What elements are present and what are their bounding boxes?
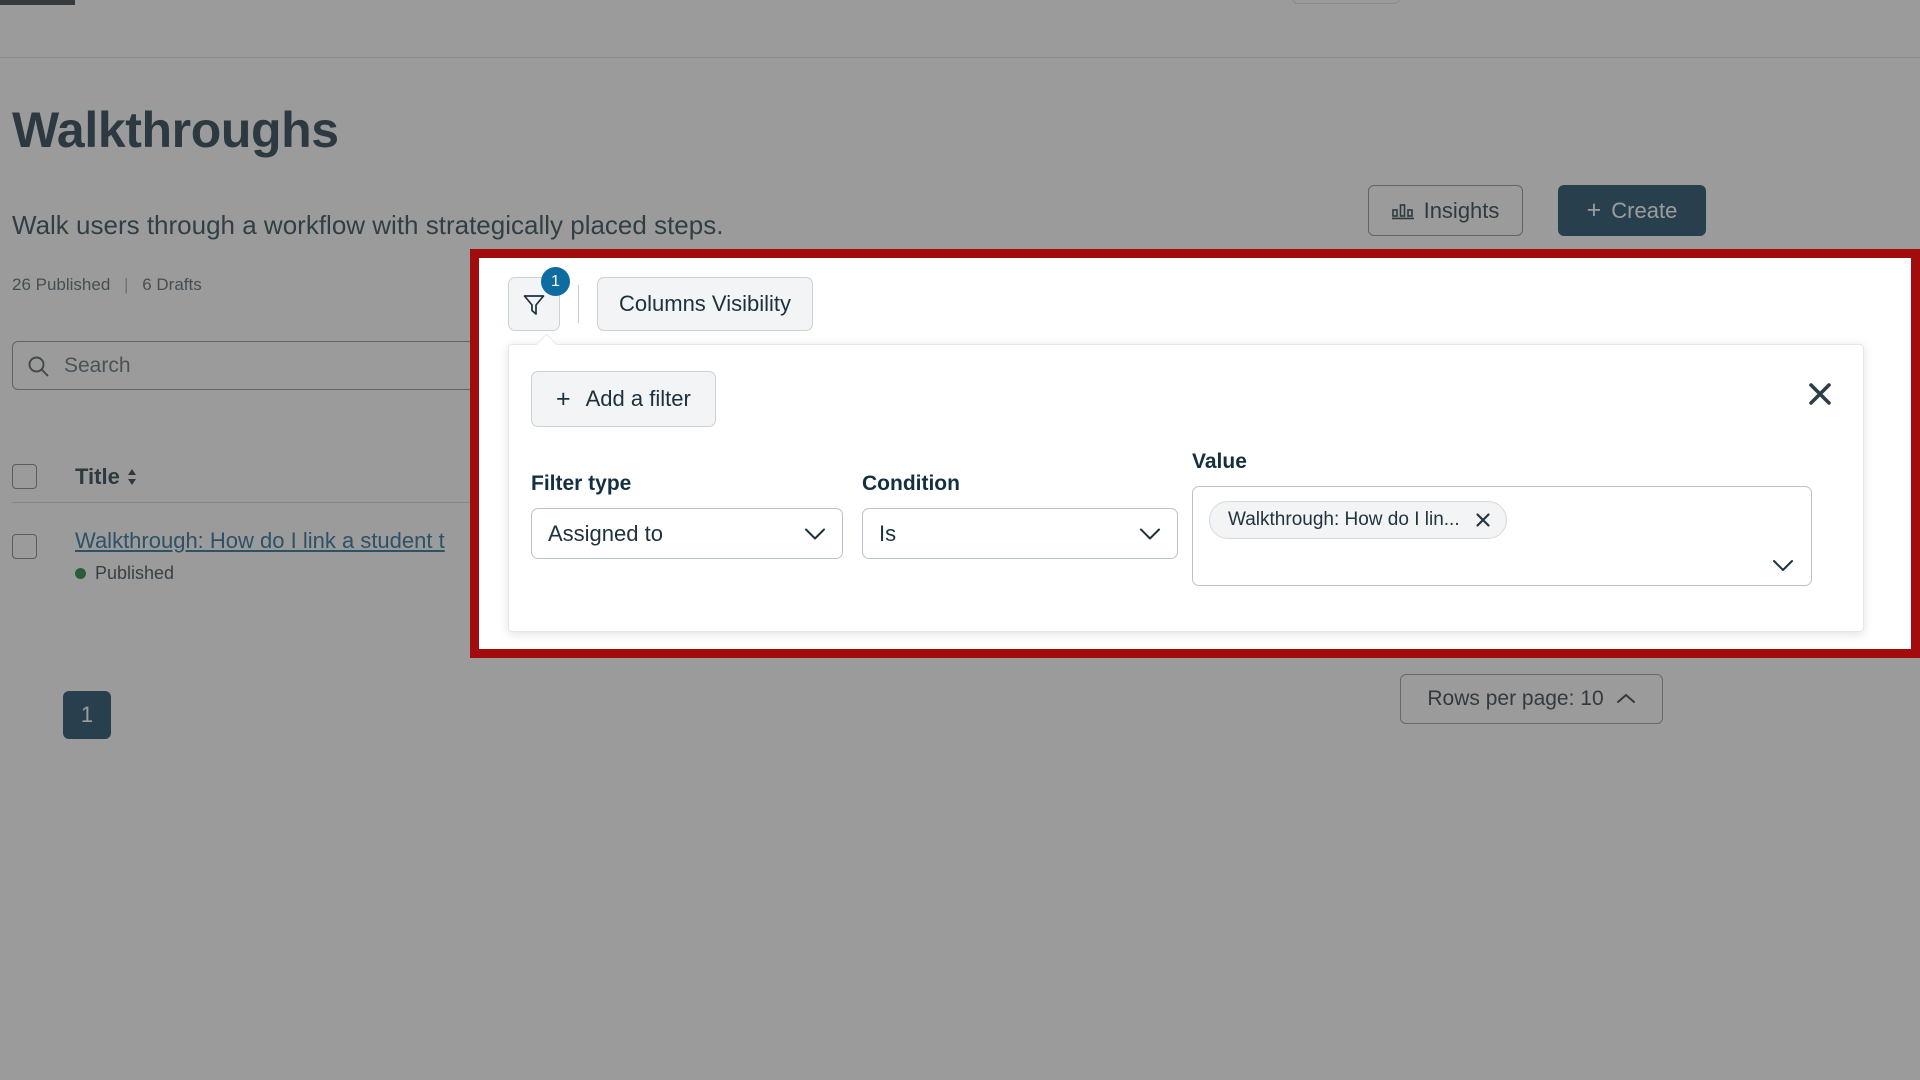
columns-visibility-button[interactable]: Columns Visibility <box>597 277 813 331</box>
dropdown-caret-icon <box>536 334 558 345</box>
filter-toolbar: 1 Columns Visibility <box>508 267 813 331</box>
chevron-down-icon <box>1139 527 1161 540</box>
status-dot-icon <box>75 568 86 579</box>
filter-type-field: Filter type Assigned to <box>531 472 843 559</box>
create-button[interactable]: + Create <box>1558 185 1706 236</box>
value-multiselect[interactable]: Walkthrough: How do I lin... <box>1192 486 1812 586</box>
close-filter-panel-button[interactable] <box>1803 377 1837 411</box>
content-counts: 26 Published | 6 Drafts <box>12 275 202 295</box>
filter-funnel-icon <box>521 291 547 317</box>
value-field: Value Walkthrough: How do I lin... <box>1192 450 1812 586</box>
filter-button[interactable]: 1 <box>508 267 570 331</box>
plus-icon: + <box>556 384 571 413</box>
drafts-count: 6 Drafts <box>142 275 202 294</box>
close-icon <box>1806 380 1834 408</box>
value-label: Value <box>1192 450 1247 473</box>
sort-toggle-icon[interactable] <box>127 468 137 486</box>
insights-button-label: Insights <box>1423 197 1500 223</box>
column-header-title-label: Title <box>75 463 120 489</box>
top-navigation-bar <box>0 0 1920 58</box>
create-button-label: Create <box>1611 197 1678 223</box>
filter-type-label: Filter type <box>531 472 632 495</box>
condition-value: Is <box>879 520 897 546</box>
value-chip-label: Walkthrough: How do I lin... <box>1228 509 1460 530</box>
bar-chart-icon <box>1391 202 1414 220</box>
add-filter-button[interactable]: + Add a filter <box>531 371 716 427</box>
remove-chip-icon[interactable] <box>1474 511 1492 529</box>
page-title: Walkthroughs <box>12 102 339 158</box>
add-filter-label: Add a filter <box>585 386 691 411</box>
plus-icon: + <box>1586 196 1602 224</box>
row-title-link[interactable]: Walkthrough: How do I link a student t <box>75 528 445 554</box>
published-count: 26 Published <box>12 275 111 294</box>
filter-type-select[interactable]: Assigned to <box>531 508 843 559</box>
toolbar-divider <box>578 285 579 323</box>
columns-visibility-label: Columns Visibility <box>619 291 791 316</box>
active-tab-indicator <box>0 0 75 5</box>
condition-select[interactable]: Is <box>862 508 1178 559</box>
select-all-checkbox[interactable] <box>12 464 37 489</box>
page-subtitle: Walk users through a workflow with strat… <box>12 210 724 240</box>
row-status-badge: Published <box>75 563 445 584</box>
filter-type-value: Assigned to <box>548 520 663 546</box>
pagination-page-1-button[interactable]: 1 <box>63 691 111 739</box>
search-input[interactable] <box>62 352 471 379</box>
topbar-partial-button[interactable] <box>1292 0 1400 4</box>
filter-dropdown-panel: + Add a filter Filter type Assigned to C… <box>508 344 1864 632</box>
search-box[interactable] <box>12 341 486 390</box>
row-status-label: Published <box>95 563 175 583</box>
column-header-title[interactable]: Title <box>75 464 137 490</box>
rows-per-page-label: Rows per page: 10 <box>1427 687 1604 710</box>
chevron-up-icon <box>1616 693 1636 705</box>
filter-count-badge: 1 <box>541 267 570 296</box>
condition-field: Condition Is <box>862 472 1178 559</box>
chevron-down-icon <box>804 527 826 540</box>
filter-region-content: 1 Columns Visibility + Add a filter Filt… <box>479 258 1911 649</box>
rows-per-page-selector[interactable]: Rows per page: 10 <box>1400 674 1663 724</box>
chevron-down-icon[interactable] <box>1772 559 1794 572</box>
counts-separator: | <box>124 275 129 294</box>
condition-label: Condition <box>862 472 960 495</box>
value-chip[interactable]: Walkthrough: How do I lin... <box>1209 501 1507 539</box>
search-icon <box>27 355 49 377</box>
insights-button[interactable]: Insights <box>1368 185 1523 236</box>
row-select-checkbox[interactable] <box>12 534 37 559</box>
filter-region-highlight: 1 Columns Visibility + Add a filter Filt… <box>470 249 1920 658</box>
pagination-page-1-label: 1 <box>80 702 94 727</box>
